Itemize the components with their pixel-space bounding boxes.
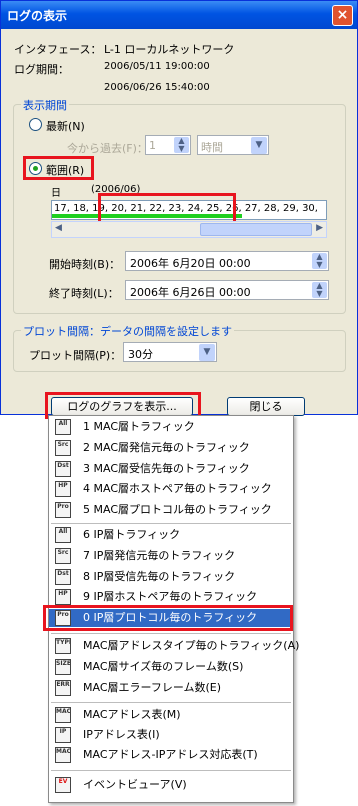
menu-item[interactable]: Src 7 IP層発信元毎のトラフィック (49, 547, 293, 565)
menu-item[interactable]: Dst 8 IP層受信先毎のトラフィック (49, 568, 293, 586)
latest-radio[interactable] (29, 118, 42, 131)
mac-protocol-icon: Pro (55, 502, 71, 518)
mac-table-icon: MAC (55, 707, 71, 723)
menu-item-label: 2 MAC層発信元毎のトラフィック (83, 441, 250, 454)
menu-item[interactable]: All 6 IP層トラフィック (49, 526, 293, 544)
interface-value: L-1 ローカルネットワーク (104, 43, 235, 56)
mac-error-icon: ERR (55, 680, 71, 696)
plot-interval-title: プロット間隔：データの間隔を設定します (21, 323, 234, 339)
end-time-field[interactable]: 2006年 6月26日 00:00 ▲ ▼ (125, 280, 329, 300)
spin-arrows-icon[interactable]: ▲ ▼ (312, 282, 327, 298)
end-time-label: 終了時刻(L)： (49, 287, 119, 300)
menu-item[interactable]: SIZE MAC層サイズ毎のフレーム数(S) (49, 658, 293, 676)
menu-item[interactable]: MAC MACアドレス表(M) (49, 706, 293, 724)
past-label: 今から過去(F)： (67, 142, 148, 155)
menu-item-label: MAC層アドレスタイプ毎のトラフィック(A) (83, 639, 300, 652)
start-time-label: 開始時刻(B)： (49, 258, 121, 271)
menu-item[interactable]: HP 9 IP層ホストペア毎のトラフィック (49, 588, 293, 606)
log-period-label: ログ期間： (14, 63, 69, 76)
timeline-scrollbar[interactable]: ◀ ▶ (51, 221, 327, 238)
chevron-down-icon[interactable]: ▼ (199, 344, 215, 361)
menu-item-label: IPアドレス表(I) (83, 728, 160, 741)
window-title: ログの表示 (7, 9, 68, 23)
spin-arrows-icon[interactable]: ▲ ▼ (174, 137, 189, 153)
mac-hostpair-icon: HP (55, 481, 71, 497)
menu-item[interactable]: HP 4 MAC層ホストペア毎のトラフィック (49, 480, 293, 498)
menu-item-label: MAC層サイズ毎のフレーム数(S) (83, 660, 244, 673)
menu-item[interactable]: All 1 MAC層トラフィック (49, 418, 293, 436)
menu-separator (51, 770, 291, 771)
menu-item-label: MACアドレス-IPアドレス対応表(T) (83, 748, 258, 761)
plot-interval-label: プロット間隔(P)： (29, 349, 122, 362)
menu-item-label: 9 IP層ホストペア毎のトラフィック (83, 590, 258, 603)
past-value-spinner[interactable]: 1 ▲ ▼ (145, 135, 191, 155)
mac-type-icon: TYPE (55, 638, 71, 654)
ip-all-icon: All (55, 527, 71, 543)
scroll-left-icon[interactable]: ◀ (55, 223, 62, 233)
latest-label[interactable]: 最新(N) (46, 118, 85, 134)
mac-size-icon: SIZE (55, 659, 71, 675)
menu-separator (51, 523, 291, 524)
mac-dst-icon: Dst (55, 461, 71, 477)
start-time-field[interactable]: 2006年 6月20日 00:00 ▲ ▼ (125, 251, 329, 271)
range-highlight (23, 156, 94, 180)
event-viewer-icon: EV (55, 777, 71, 793)
menu-item-label: 5 MAC層プロトコル毎のトラフィック (83, 503, 272, 516)
start-time-value: 2006年 6月20日 00:00 (130, 257, 251, 270)
interface-label: インタフェース： (14, 43, 102, 56)
close-icon[interactable]: × (332, 5, 353, 26)
plot-interval-value: 30分 (128, 348, 153, 361)
menu-item[interactable]: Src 2 MAC層発信元毎のトラフィック (49, 439, 293, 457)
mac-ip-table-icon: MACIP (55, 747, 71, 763)
ip-dst-icon: Dst (55, 569, 71, 585)
close-button[interactable]: 閉じる (227, 397, 305, 416)
menu-item[interactable]: Dst 3 MAC層受信先毎のトラフィック (49, 460, 293, 478)
spin-arrows-icon[interactable]: ▲ ▼ (312, 253, 327, 269)
menu-item-label: 4 MAC層ホストペア毎のトラフィック (83, 482, 272, 495)
timeline-day-label: 日 (51, 188, 61, 199)
past-unit: 時間 (201, 141, 223, 154)
scroll-thumb[interactable] (200, 223, 312, 236)
ip-hostpair-icon: HP (55, 589, 71, 605)
title-bar: ログの表示 × (1, 1, 357, 29)
menu-item[interactable]: IP IPアドレス表(I) (49, 726, 293, 744)
menu-item[interactable]: EV イベントビューア(V) (49, 776, 293, 794)
menu-item-label: イベントビューア(V) (83, 778, 187, 791)
menu-item-label: 8 IP層受信先毎のトラフィック (83, 570, 236, 583)
menu-item-label: 7 IP層発信元毎のトラフィック (83, 549, 236, 562)
scroll-right-icon[interactable]: ▶ (316, 223, 323, 233)
chevron-down-icon[interactable]: ▼ (251, 137, 267, 154)
menu-item-label: 1 MAC層トラフィック (83, 420, 195, 433)
menu-item-label: 3 MAC層受信先毎のトラフィック (83, 462, 250, 475)
menu-separator (51, 702, 291, 703)
menu-item[interactable]: ERR MAC層エラーフレーム数(E) (49, 679, 293, 697)
menu-selection-highlight (43, 605, 293, 631)
log-period-end: 2006/06/26 15:40:00 (104, 82, 210, 93)
mac-src-icon: Src (55, 440, 71, 456)
display-period-title: 表示期間 (21, 97, 69, 113)
menu-item-label: MACアドレス表(M) (83, 708, 181, 721)
menu-separator (51, 633, 291, 634)
log-display-window: ログの表示 × インタフェース： L-1 ローカルネットワーク ログ期間： 20… (0, 0, 358, 419)
end-time-value: 2006年 6月26日 00:00 (130, 286, 251, 299)
past-value: 1 (149, 139, 156, 152)
ip-table-icon: IP (55, 727, 71, 743)
past-unit-combo[interactable]: 時間 ▼ (197, 135, 269, 155)
menu-item-label: 6 IP層トラフィック (83, 528, 181, 541)
mac-all-icon: All (55, 419, 71, 435)
ip-src-icon: Src (55, 548, 71, 564)
menu-item[interactable]: Pro 5 MAC層プロトコル毎のトラフィック (49, 501, 293, 519)
plot-interval-combo[interactable]: 30分 ▼ (123, 342, 217, 362)
menu-item-label: MAC層エラーフレーム数(E) (83, 681, 222, 694)
menu-item[interactable]: TYPE MAC層アドレスタイプ毎のトラフィック(A) (49, 637, 299, 655)
log-period-start: 2006/05/11 19:00:00 (104, 61, 210, 72)
menu-item[interactable]: MACIP MACアドレス-IPアドレス対応表(T) (49, 746, 293, 764)
